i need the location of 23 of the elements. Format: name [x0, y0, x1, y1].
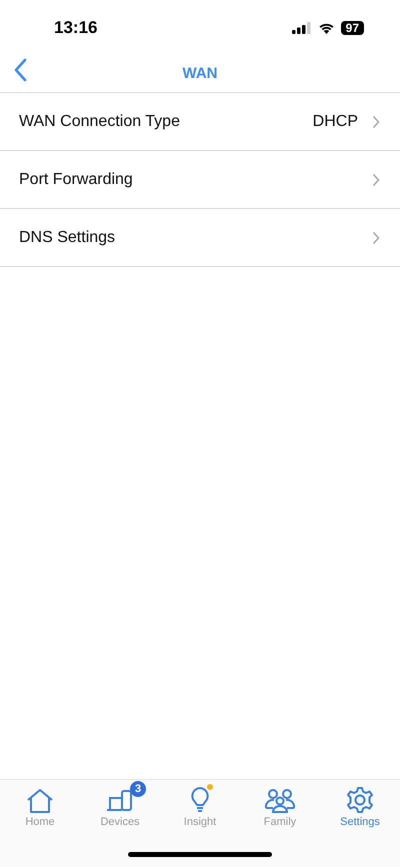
chevron-icon: [372, 114, 380, 128]
devices-icon: [106, 788, 134, 814]
tab-item[interactable]: Settings: [320, 784, 400, 844]
page-title: WAN: [182, 65, 218, 82]
count-badge: 3: [130, 781, 146, 797]
tab-item[interactable]: Insight: [160, 784, 240, 844]
wifi-icon: [318, 22, 335, 34]
chevron-icon: [372, 172, 380, 186]
settings-row[interactable]: DNS Settings: [0, 209, 400, 267]
tab-item[interactable]: Family: [240, 784, 320, 844]
settings-row[interactable]: Port Forwarding: [0, 151, 400, 209]
home-icon: [26, 788, 54, 814]
status-time: 13:16: [54, 18, 98, 38]
signal-icon: [292, 22, 312, 34]
settings-row[interactable]: WAN Connection Type DHCP: [0, 93, 400, 151]
lightbulb-icon: [189, 786, 211, 814]
battery-level: 97: [340, 20, 364, 34]
settings-icon: [346, 786, 374, 814]
family-icon: [264, 788, 296, 814]
tab-item[interactable]: 3 Devices: [80, 784, 160, 844]
back-icon[interactable]: [13, 58, 27, 82]
tab-item[interactable]: Home: [0, 784, 80, 844]
chevron-icon: [372, 230, 380, 244]
